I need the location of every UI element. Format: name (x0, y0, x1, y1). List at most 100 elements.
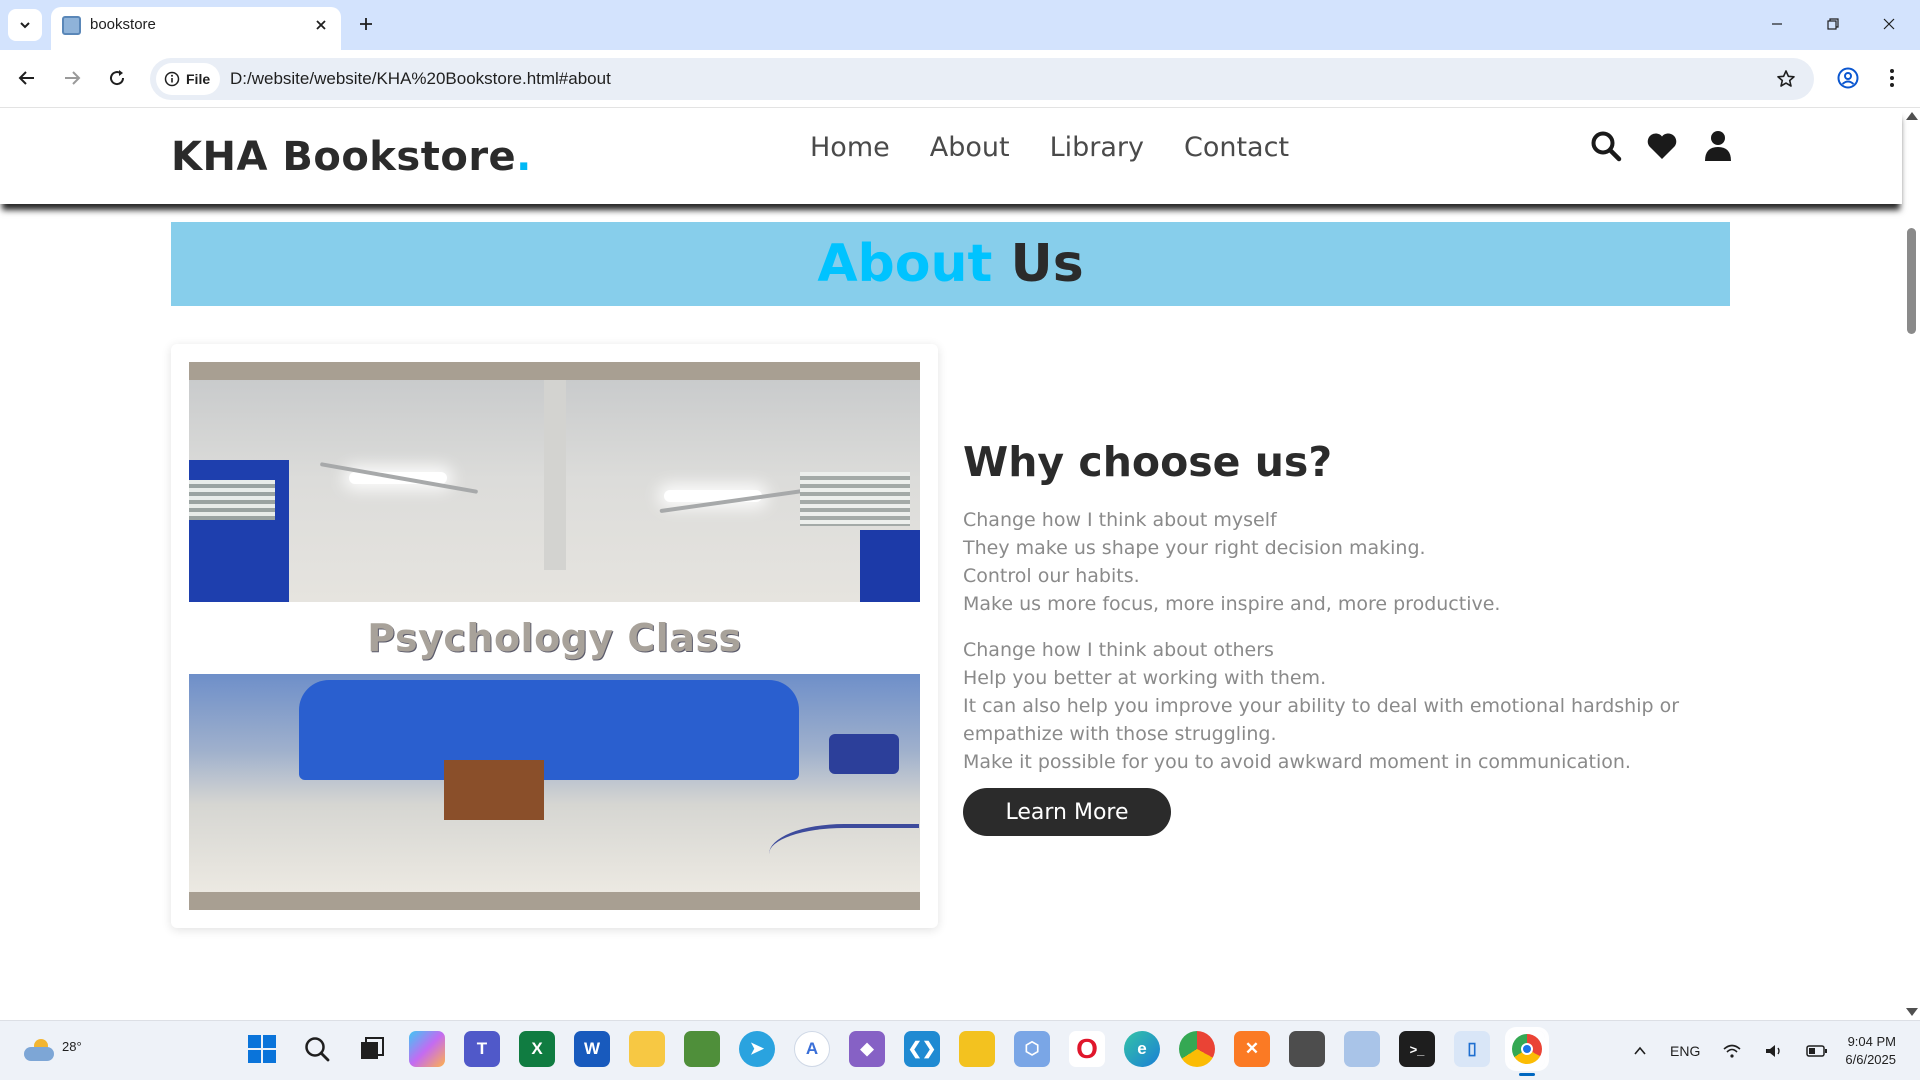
excel-icon[interactable]: X (519, 1031, 555, 1067)
back-button[interactable] (12, 63, 42, 93)
tab-search-button[interactable] (8, 9, 42, 41)
app-icon[interactable] (1344, 1031, 1380, 1067)
copilot-icon[interactable] (409, 1031, 445, 1067)
browser-tab[interactable]: bookstore (51, 7, 341, 50)
new-tab-button[interactable] (354, 12, 378, 36)
why-line: empathize with those struggling. (963, 723, 1277, 745)
about-title-rest: Us (1010, 234, 1084, 294)
profile-button[interactable] (1832, 62, 1864, 94)
why-line: Control our habits. (963, 565, 1140, 587)
more-vertical-icon (1890, 69, 1894, 87)
main-navigation: Home About Library Contact (810, 132, 1289, 163)
cloud-icon (24, 1047, 54, 1061)
account-button[interactable] (1700, 128, 1736, 164)
restore-icon (1827, 18, 1839, 30)
close-icon (1883, 18, 1895, 30)
chrome-icon[interactable] (1509, 1031, 1545, 1076)
reload-button[interactable] (102, 63, 132, 93)
edge-icon[interactable]: e (1124, 1031, 1160, 1067)
start-icon[interactable] (244, 1031, 280, 1067)
arrow-left-icon (18, 71, 34, 85)
restore-button[interactable] (1820, 12, 1846, 36)
tab-close-button[interactable] (311, 15, 331, 35)
weather-widget[interactable]: 28° (22, 1031, 82, 1071)
vscode-icon[interactable]: ❮❯ (904, 1031, 940, 1067)
window-louvre (189, 480, 275, 520)
scroll-thumb[interactable] (1907, 228, 1916, 334)
why-heading: Why choose us? (963, 438, 1333, 486)
tab-title: bookstore (90, 16, 156, 33)
plus-icon (360, 18, 372, 30)
wishlist-button[interactable] (1644, 128, 1680, 164)
classroom-ceiling-photo (189, 380, 920, 602)
battery-icon[interactable] (1806, 1044, 1828, 1058)
weather-temperature: 28° (62, 1039, 82, 1054)
account-circle-icon (1837, 67, 1859, 89)
browser-menu-button[interactable] (1876, 62, 1908, 94)
app-icon[interactable]: ▯ (1454, 1031, 1490, 1067)
site-header: KHA Bookstore. Home About Library Contac… (0, 108, 1902, 204)
why-line: Change how I think about others (963, 639, 1274, 661)
opera-icon[interactable]: O (1069, 1031, 1105, 1067)
task-view-icon[interactable] (354, 1031, 390, 1067)
user-icon (1705, 131, 1731, 161)
forward-button[interactable] (57, 63, 87, 93)
chevron-up-icon[interactable] (1632, 1043, 1648, 1059)
terminal-icon[interactable]: >_ (1399, 1031, 1435, 1067)
about-title-highlight: About (817, 234, 993, 294)
header-icons (1588, 128, 1736, 164)
app-icon[interactable] (1289, 1031, 1325, 1067)
teams-icon[interactable]: T (464, 1031, 500, 1067)
file-explorer-icon[interactable] (629, 1031, 665, 1067)
students-group-photo (189, 674, 920, 892)
close-window-button[interactable] (1876, 12, 1902, 36)
task-view-glyph-icon (361, 1037, 384, 1059)
app-icon[interactable]: ⬡ (1014, 1031, 1050, 1067)
heart-icon (1647, 133, 1677, 159)
app-icon[interactable] (959, 1031, 995, 1067)
chrome-icon[interactable] (1179, 1031, 1215, 1067)
telegram-icon[interactable]: ➤ (739, 1031, 775, 1067)
nav-link-about[interactable]: About (930, 132, 1010, 163)
classroom-chair (829, 734, 899, 774)
teacher-desk (444, 760, 544, 820)
active-app-indicator (1519, 1073, 1535, 1076)
class-photo: Psychology Class (189, 362, 920, 910)
clock-time: 9:04 PM (1847, 1034, 1896, 1049)
volume-icon[interactable] (1764, 1043, 1784, 1059)
scroll-down-arrow-icon[interactable] (1906, 1008, 1918, 1016)
xampp-icon[interactable]: ✕ (1234, 1031, 1270, 1067)
page-scrollbar[interactable] (1902, 108, 1920, 1020)
magnifier-icon (305, 1037, 330, 1062)
input-language[interactable]: ENG (1670, 1043, 1700, 1059)
nav-link-library[interactable]: Library (1050, 132, 1144, 163)
browser-toolbar: File D:/website/website/KHA%20Bookstore.… (0, 50, 1920, 108)
minimize-button[interactable] (1764, 12, 1790, 36)
app-icon[interactable] (684, 1031, 720, 1067)
address-bar[interactable]: File D:/website/website/KHA%20Bookstore.… (150, 58, 1814, 100)
site-logo[interactable]: KHA Bookstore. (171, 134, 532, 180)
ceiling-fan (319, 462, 479, 494)
visual-studio-icon[interactable]: ◆ (849, 1031, 885, 1067)
taskbar-apps: T X W ➤ A ◆ ❮❯ ⬡ O e ✕ >_ ▯ (244, 1031, 1545, 1076)
search-button[interactable] (1588, 128, 1624, 164)
logo-text: KHA Bookstore (171, 134, 517, 180)
system-tray: ENG (1632, 1031, 1828, 1071)
system-clock[interactable]: 9:04 PM 6/6/2025 (1832, 1033, 1896, 1069)
page-favicon-icon (62, 16, 81, 35)
bookmark-button[interactable] (1774, 67, 1798, 91)
students-group (299, 680, 799, 780)
logo-dot: . (516, 134, 532, 180)
scroll-up-arrow-icon[interactable] (1906, 112, 1918, 120)
app-icon[interactable]: A (794, 1031, 830, 1067)
arrow-right-icon (65, 71, 81, 85)
nav-link-home[interactable]: Home (810, 132, 890, 163)
search-icon[interactable] (299, 1031, 335, 1067)
wifi-icon[interactable] (1722, 1043, 1742, 1059)
word-icon[interactable]: W (574, 1031, 610, 1067)
learn-more-button[interactable]: Learn More (963, 788, 1171, 836)
url-text[interactable]: D:/website/website/KHA%20Bookstore.html#… (230, 69, 611, 89)
photo-caption-band: Psychology Class (189, 602, 920, 674)
site-info-chip[interactable]: File (156, 63, 221, 95)
nav-link-contact[interactable]: Contact (1184, 132, 1289, 163)
